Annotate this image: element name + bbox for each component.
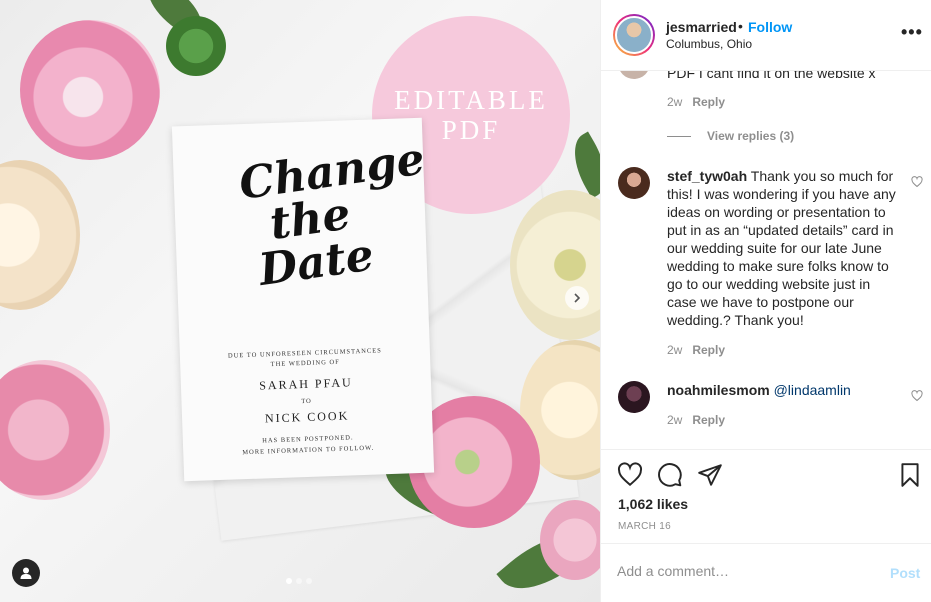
- green-button-flower: [166, 16, 226, 76]
- post-photo[interactable]: EDITABLE PDF Change the Date DUE TO UNFO…: [0, 0, 600, 602]
- post-actions: 1,062 likes MARCH 16: [601, 449, 931, 544]
- comment-text: stef_tyw0ah Thank you so much for this! …: [667, 167, 899, 329]
- announcement-card: Change the Date DUE TO UNFORESEEN CIRCUM…: [171, 117, 435, 482]
- post-location[interactable]: Columbus, Ohio: [666, 37, 752, 51]
- cream-rose: [0, 160, 80, 310]
- carousel-indicator: [286, 578, 312, 584]
- view-replies-label: View replies (3): [707, 129, 795, 143]
- add-comment-bar: Post: [601, 543, 931, 602]
- comment-time: 2w: [667, 413, 683, 427]
- carousel-dot: [306, 578, 312, 584]
- bookmark-icon[interactable]: [897, 462, 923, 488]
- author-avatar[interactable]: [613, 14, 655, 56]
- reply-button[interactable]: Reply: [692, 343, 725, 357]
- header-separator: •: [738, 18, 743, 34]
- comment-time: 2w: [667, 95, 683, 109]
- comment-username[interactable]: noahmilesmom: [667, 382, 770, 398]
- comment-time: 2w: [667, 343, 683, 357]
- comment-input[interactable]: [617, 563, 867, 579]
- comment-like-icon[interactable]: [911, 176, 923, 188]
- pink-ranunculus: [20, 20, 160, 160]
- reply-button[interactable]: Reply: [692, 413, 725, 427]
- view-replies-button[interactable]: View replies (3): [667, 129, 794, 143]
- mention-link[interactable]: @lindaamlin: [774, 382, 851, 398]
- reply-button[interactable]: Reply: [692, 95, 725, 109]
- comments-list[interactable]: PDF I cant find it on the website x 2w Re…: [601, 71, 931, 449]
- comment-text: noahmilesmom @lindaamlin: [667, 381, 899, 399]
- comment-avatar[interactable]: [618, 167, 650, 199]
- post-date[interactable]: MARCH 16: [618, 521, 671, 532]
- user-icon: [20, 567, 32, 579]
- follow-button[interactable]: Follow: [748, 19, 792, 35]
- comment-meta: 2w Reply: [667, 343, 725, 357]
- badge-line2: PDF: [441, 115, 501, 145]
- card-name2: NICK COOK: [264, 408, 350, 426]
- pink-ranunculus: [0, 360, 110, 500]
- card-script-title: Change the Date: [236, 133, 428, 297]
- comment-body: Thank you so much for this! I was wonder…: [667, 168, 896, 328]
- post-side-panel: jesmarried • Follow Columbus, Ohio ••• P…: [600, 0, 931, 602]
- comment-meta: 2w Reply: [667, 95, 725, 109]
- card-name1: SARAH PFAU: [258, 375, 353, 393]
- comment-meta: 2w Reply: [667, 413, 725, 427]
- share-icon[interactable]: [697, 462, 723, 488]
- comment-text: PDF I cant find it on the website x: [667, 71, 876, 81]
- tagged-users-button[interactable]: [12, 559, 40, 587]
- comment-like-icon[interactable]: [911, 390, 923, 402]
- badge-line1: EDITABLE: [394, 85, 548, 115]
- replies-line: [667, 135, 691, 137]
- likes-count[interactable]: 1,062 likes: [618, 496, 688, 512]
- more-options-icon[interactable]: •••: [901, 22, 923, 43]
- comment-username[interactable]: stef_tyw0ah: [667, 168, 747, 184]
- carousel-dot: [286, 578, 292, 584]
- carousel-dot: [296, 578, 302, 584]
- author-username[interactable]: jesmarried: [666, 19, 737, 35]
- heart-icon[interactable]: [617, 462, 643, 488]
- leaf-decoration: [562, 131, 600, 199]
- comment-avatar[interactable]: [618, 71, 650, 79]
- next-photo-button[interactable]: [565, 286, 589, 310]
- post-header: jesmarried • Follow Columbus, Ohio •••: [601, 0, 931, 71]
- chevron-right-icon: [574, 293, 581, 303]
- comment-avatar[interactable]: [618, 381, 650, 413]
- post-comment-button[interactable]: Post: [890, 565, 920, 581]
- comment-icon[interactable]: [657, 462, 683, 488]
